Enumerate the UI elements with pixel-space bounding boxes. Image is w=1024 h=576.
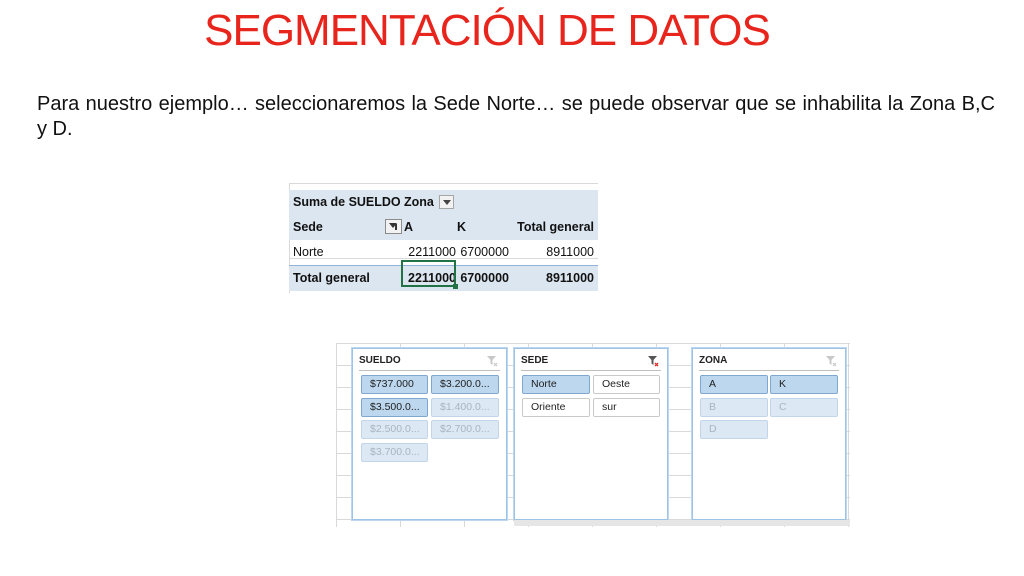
slicer-title: ZONA (699, 355, 728, 366)
slicer-item[interactable]: $737.000 (361, 375, 428, 394)
pivot-row-field: Sede (293, 220, 323, 234)
pivot-column-field: Zona (404, 195, 434, 209)
horizontal-scrollbar[interactable] (514, 520, 850, 526)
slide-paragraph: Para nuestro ejemplo… seleccionaremos la… (37, 93, 995, 140)
slide-title: SEGMENTACIÓN DE DATOS (204, 6, 771, 55)
slicer-item[interactable]: $1.400.0... (431, 398, 499, 417)
pivot-total-label: Total general (293, 271, 370, 285)
slicer-item[interactable]: Norte (522, 375, 590, 394)
pivot-row-label: Norte (293, 245, 324, 259)
slicer-item[interactable]: $3.700.0... (361, 443, 428, 462)
pivot-cell[interactable]: 6700000 (460, 240, 509, 265)
slicer-item[interactable]: $3.500.0... (361, 398, 428, 417)
pivot-col-header-total: Total general (517, 220, 594, 234)
slicer-item[interactable]: Oriente (522, 398, 590, 417)
slicer-sueldo: SUELDO $737.000 $3.200.0... $3.500.0... … (352, 348, 507, 520)
slicer-item[interactable]: $2.700.0... (431, 420, 499, 439)
slicer-item[interactable]: $2.500.0... (361, 420, 428, 439)
clear-filter-icon[interactable] (647, 355, 659, 367)
active-cell-outline (401, 260, 458, 289)
clear-filter-icon[interactable] (825, 355, 837, 367)
slicer-header: ZONA (699, 353, 839, 371)
slicer-title: SUELDO (359, 355, 401, 366)
pivot-total-cell[interactable]: 8911000 (546, 266, 594, 291)
slicer-item[interactable]: D (700, 420, 768, 439)
row-filter-active-icon[interactable] (385, 219, 402, 234)
pivot-table: Suma de SUELDO Zona Sede A K Total gener… (289, 183, 598, 293)
pivot-col-header-k: K (457, 220, 467, 234)
slicer-zona: ZONA A K B C D (692, 348, 846, 520)
slicer-item[interactable]: A (700, 375, 768, 394)
clear-filter-icon[interactable] (486, 355, 498, 367)
pivot-column-labels-row: Sede A K Total general (289, 215, 598, 240)
pivot-header-row: Suma de SUELDO Zona (289, 190, 598, 215)
pivot-total-cell[interactable]: 6700000 (460, 266, 509, 291)
slicer-item[interactable]: $3.200.0... (431, 375, 499, 394)
slicer-sede: SEDE Norte Oeste Oriente sur (514, 348, 668, 520)
slicer-title: SEDE (521, 355, 549, 366)
slicer-item[interactable]: B (700, 398, 768, 417)
pivot-cell[interactable]: 8911000 (546, 240, 594, 265)
slicer-item[interactable]: K (770, 375, 838, 394)
column-filter-dropdown-icon[interactable] (439, 195, 454, 209)
slicer-item[interactable]: sur (593, 398, 660, 417)
slicer-header: SUELDO (359, 353, 500, 371)
pivot-col-header-a: A (404, 220, 414, 234)
slicer-item[interactable]: Oeste (593, 375, 660, 394)
slicer-item[interactable]: C (770, 398, 838, 417)
slicer-header: SEDE (521, 353, 661, 371)
pivot-value-field: Suma de SUELDO (293, 195, 401, 209)
